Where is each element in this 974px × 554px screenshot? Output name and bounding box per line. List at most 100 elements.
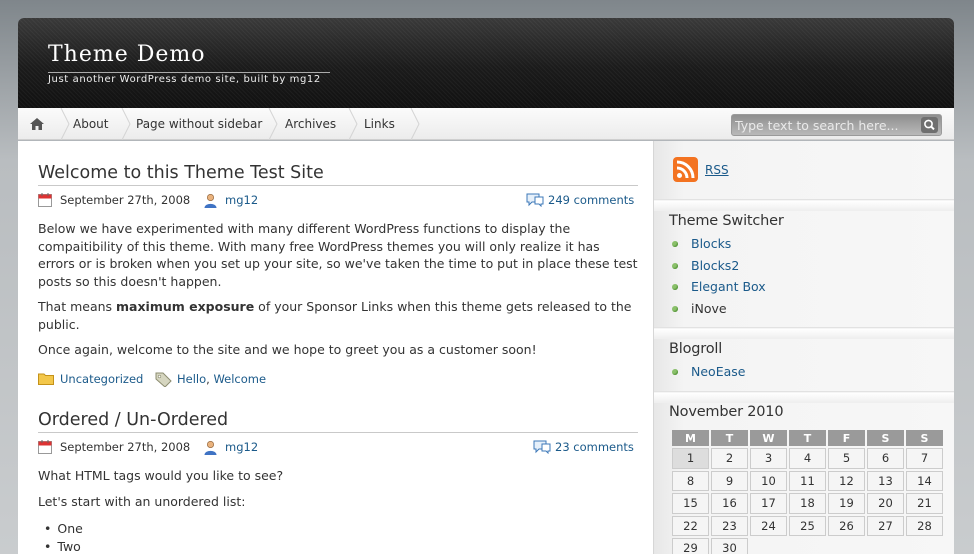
site-description: Just another WordPress demo site, built …	[48, 72, 330, 85]
widget-divider	[654, 199, 954, 211]
calendar-table: M T W T F S S 1 2 3 4 5 6 7 8 9 10 11 12 13 14 15 16 17 1…	[670, 428, 945, 554]
main-area: Welcome to this Theme Test Site Septembe…	[18, 141, 954, 554]
calendar-empty-cell	[867, 538, 904, 554]
weekday-header: T	[711, 430, 748, 446]
weekday-header: M	[672, 430, 709, 446]
text: That means	[38, 299, 117, 314]
site-header: Theme Demo Just another WordPress demo s…	[18, 18, 954, 108]
bold-text: maximum exposure	[116, 299, 255, 314]
post: Welcome to this Theme Test Site Septembe…	[38, 163, 638, 389]
calendar-day: 24	[750, 515, 787, 536]
nav-item-page-without-sidebar[interactable]: Page without sidebar	[136, 108, 262, 140]
author-link[interactable]: mg12	[225, 192, 258, 208]
calendar-week-row: 8 9 10 11 12 13 14	[672, 470, 943, 491]
sidebar: RSS Theme Switcher Blocks Blocks2 Elegan…	[653, 141, 954, 554]
main-navigation: About Page without sidebar Archives Link…	[18, 108, 954, 140]
tag-icon	[155, 372, 172, 387]
theme-list: Blocks Blocks2 Elegant Box iNove	[669, 233, 939, 319]
calendar-week-row: 1234567	[672, 448, 943, 469]
theme-item-blocks2[interactable]: Blocks2	[669, 255, 939, 277]
home-button[interactable]	[18, 108, 56, 140]
calendar-icon	[38, 193, 52, 207]
calendar-day: 3	[750, 448, 787, 469]
calendar-week-row: 15 16 17 18 19 20 21	[672, 493, 943, 514]
nav-item-archives[interactable]: Archives	[285, 108, 336, 140]
calendar-day: 5	[828, 448, 865, 469]
comments-link[interactable]: 23 comments	[555, 439, 634, 455]
calendar-icon	[38, 440, 52, 454]
tag-list: Hello, Welcome	[177, 371, 266, 387]
category-link[interactable]: Uncategorized	[60, 371, 143, 387]
calendar-week-row: 22 23 24 25 26 27 28	[672, 515, 943, 536]
post-title[interactable]: Welcome to this Theme Test Site	[38, 163, 638, 186]
theme-item-elegant-box[interactable]: Elegant Box	[669, 276, 939, 298]
calendar-day: 28	[906, 515, 943, 536]
calendar-day: 14	[906, 470, 943, 491]
post-footer: Uncategorized Hello, Welcome	[38, 369, 638, 389]
calendar-day: 9	[711, 470, 748, 491]
post-paragraph: What HTML tags would you like to see?	[38, 468, 284, 483]
calendar-day: 21	[906, 493, 943, 514]
date-text: September 27th, 2008	[60, 193, 191, 207]
widget-divider	[654, 327, 954, 339]
nav-item-about[interactable]: About	[73, 108, 108, 140]
tag-link[interactable]: Hello	[177, 372, 206, 386]
calendar-day: 10	[750, 470, 787, 491]
post-paragraph: That means maximum exposure of your Spon…	[38, 298, 638, 333]
calendar-day: 30	[711, 538, 748, 554]
calendar-day: 13	[867, 470, 904, 491]
calendar-week-row: 29 30	[672, 538, 943, 554]
calendar-day: 2	[711, 448, 748, 469]
list-item: One	[44, 520, 638, 538]
tag-separator: ,	[206, 371, 210, 386]
post-meta: September 27th, 2008 mg12	[38, 186, 638, 212]
content-column: Welcome to this Theme Test Site Septembe…	[18, 141, 653, 554]
page-wrapper: Theme Demo Just another WordPress demo s…	[18, 18, 954, 554]
calendar-day: 19	[828, 493, 865, 514]
author-link[interactable]: mg12	[225, 439, 258, 455]
calendar-empty-cell	[906, 538, 943, 554]
list-item: Two	[44, 538, 638, 554]
magnifier-icon	[921, 117, 938, 133]
blogroll-widget: Blogroll NeoEase	[669, 341, 939, 383]
widget-title: Blogroll	[669, 341, 723, 357]
nav-item-links[interactable]: Links	[364, 108, 395, 140]
calendar-day: 26	[828, 515, 865, 536]
comment-bubble-icon	[526, 193, 544, 207]
site-title[interactable]: Theme Demo	[48, 42, 206, 67]
weekday-header: W	[750, 430, 787, 446]
comments-link[interactable]: 249 comments	[548, 192, 634, 208]
calendar-day: 1	[672, 448, 709, 469]
search-button[interactable]	[921, 117, 938, 133]
theme-item-blocks[interactable]: Blocks	[669, 233, 939, 255]
nav-separator	[348, 108, 358, 140]
weekday-header: F	[828, 430, 865, 446]
tag-link[interactable]: Welcome	[213, 372, 266, 386]
calendar-day: 4	[789, 448, 826, 469]
rss-icon[interactable]	[673, 157, 698, 182]
user-icon	[204, 440, 217, 455]
post-paragraph: Once again, welcome to the site and we h…	[38, 342, 537, 357]
search-input[interactable]	[735, 117, 915, 133]
rss-link[interactable]: RSS	[705, 163, 729, 177]
weekday-header: S	[867, 430, 904, 446]
theme-item-inove-current: iNove	[669, 298, 939, 320]
calendar-day: 25	[789, 515, 826, 536]
calendar-day: 27	[867, 515, 904, 536]
nav-separator	[121, 108, 131, 140]
unordered-list: One Two	[38, 520, 638, 554]
calendar-day: 7	[906, 448, 943, 469]
calendar-title: November 2010	[669, 404, 784, 420]
post-title[interactable]: Ordered / Un-Ordered	[38, 410, 638, 433]
blogroll-list: NeoEase	[669, 361, 939, 383]
calendar-day: 11	[789, 470, 826, 491]
calendar-day: 8	[672, 470, 709, 491]
theme-switcher-widget: Theme Switcher Blocks Blocks2 Elegant Bo…	[669, 213, 939, 319]
blogroll-item-neoease[interactable]: NeoEase	[669, 361, 939, 383]
calendar-day: 6	[867, 448, 904, 469]
post: Ordered / Un-Ordered September 27th, 200…	[38, 410, 638, 554]
home-icon	[30, 118, 44, 130]
calendar-empty-cell	[750, 538, 787, 554]
user-icon	[204, 193, 217, 208]
nav-separator	[60, 108, 70, 140]
